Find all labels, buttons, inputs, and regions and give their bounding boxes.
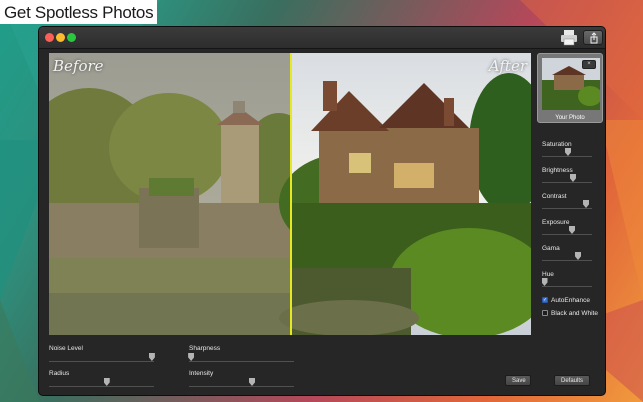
saturation-label: Saturation	[542, 141, 572, 148]
intensity-knob[interactable]	[249, 378, 255, 386]
before-after-divider[interactable]	[290, 53, 292, 335]
gama-slider[interactable]	[542, 260, 592, 261]
remove-photo-button[interactable]: ×	[582, 60, 596, 69]
sharpness-intensity-controls: Sharpness Intensity	[188, 343, 329, 393]
radius-knob[interactable]	[103, 378, 110, 386]
photo-preview[interactable]: Before After	[49, 53, 531, 335]
printer-icon[interactable]	[559, 29, 579, 46]
defaults-button[interactable]: Defaults	[554, 375, 590, 386]
zoom-window-button[interactable]	[67, 33, 76, 42]
hue-slider[interactable]	[542, 286, 592, 287]
contrast-slider[interactable]	[542, 208, 592, 209]
exposure-label: Exposure	[542, 219, 570, 226]
share-button[interactable]	[583, 30, 603, 45]
auto-enhance-option[interactable]: ✓ AutoEnhance	[542, 295, 590, 305]
before-label: Before	[53, 57, 104, 75]
hue-knob[interactable]	[541, 278, 548, 286]
saturation-slider[interactable]	[542, 156, 592, 157]
saturation-knob[interactable]	[565, 148, 571, 156]
brightness-knob[interactable]	[570, 174, 576, 182]
hue-label: Hue	[542, 271, 554, 278]
app-window: Before After × Your Photo Saturation Bri…	[38, 26, 606, 396]
gama-label: Gama	[542, 245, 560, 252]
auto-enhance-checkbox[interactable]: ✓	[542, 297, 548, 303]
after-label: After	[488, 57, 527, 75]
black-white-option[interactable]: Black and White	[542, 308, 598, 318]
radius-slider[interactable]	[49, 386, 154, 387]
exposure-knob[interactable]	[569, 226, 575, 234]
minimize-window-button[interactable]	[56, 33, 65, 42]
auto-enhance-label: AutoEnhance	[551, 296, 591, 304]
close-window-button[interactable]	[45, 33, 54, 42]
gama-knob[interactable]	[575, 252, 581, 260]
brightness-label: Brightness	[542, 167, 573, 174]
sharpness-label: Sharpness	[189, 345, 221, 352]
photo-thumbnail[interactable]: × Your Photo	[537, 53, 603, 123]
noise-level-knob[interactable]	[148, 353, 155, 361]
contrast-knob[interactable]	[583, 200, 589, 208]
noise-level-slider[interactable]	[49, 361, 154, 362]
brightness-slider[interactable]	[542, 182, 592, 183]
black-white-checkbox[interactable]	[542, 310, 548, 316]
sharpness-knob[interactable]	[188, 353, 195, 361]
contrast-label: Contrast	[542, 193, 567, 200]
title-bar	[39, 27, 605, 49]
share-icon	[590, 32, 598, 44]
promo-headline: Get Spotless Photos	[0, 0, 158, 24]
adjustments-panel: × Your Photo Saturation Brightness Contr…	[537, 53, 603, 353]
intensity-label: Intensity	[189, 370, 214, 377]
intensity-slider[interactable]	[189, 386, 294, 387]
exposure-slider[interactable]	[542, 234, 592, 235]
black-white-label: Black and White	[551, 309, 598, 317]
radius-label: Radius	[49, 370, 70, 377]
save-button[interactable]: Save	[505, 375, 531, 386]
noise-level-label: Noise Level	[49, 345, 83, 352]
sharpness-slider[interactable]	[189, 361, 294, 362]
thumbnail-caption: Your Photo	[555, 115, 585, 121]
noise-radius-controls: Noise Level Radius	[49, 343, 189, 393]
